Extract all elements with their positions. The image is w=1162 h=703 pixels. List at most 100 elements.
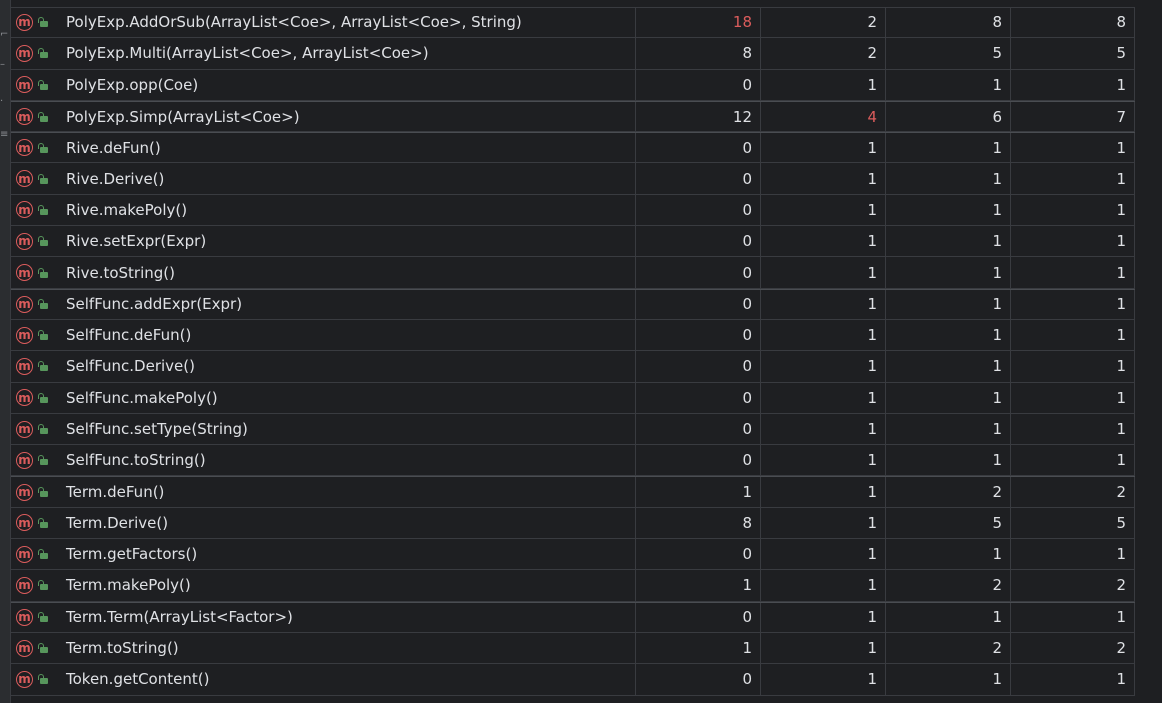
method-icon: m [16, 545, 33, 563]
table-row[interactable]: m Term.getFactors() 0 1 1 1 [11, 539, 1135, 571]
metric-cell-1: 0 [636, 539, 761, 570]
public-lock-icon [38, 579, 50, 591]
table-row[interactable]: m Rive.setExpr(Expr) 0 1 1 1 [11, 226, 1135, 258]
method-icon: m [16, 295, 33, 313]
method-cell[interactable]: m Rive.deFun() [11, 133, 636, 163]
method-metrics-table[interactable]: m PolyExp.AddOrSub(ArrayList<Coe>, ArrayL… [11, 7, 1135, 696]
method-cell[interactable]: m PolyExp.Multi(ArrayList<Coe>, ArrayList… [11, 38, 636, 69]
right-gutter [1135, 0, 1162, 703]
method-cell[interactable]: m Term.makePoly() [11, 570, 636, 601]
method-icon: m [16, 357, 33, 375]
table-row[interactable]: m Term.deFun() 1 1 2 2 [11, 476, 1135, 508]
method-cell[interactable]: m Term.toString() [11, 632, 636, 664]
metric-cell-2: 1 [761, 226, 886, 257]
metric-cell-4: 7 [1011, 101, 1135, 132]
method-cell[interactable]: m Rive.Derive() [11, 163, 636, 194]
public-lock-icon [38, 673, 50, 685]
metric-cell-2: 1 [761, 477, 886, 507]
method-cell[interactable]: m PolyExp.opp(Coe) [11, 69, 636, 100]
metric-cell-4: 1 [1011, 351, 1135, 382]
metric-cell-1: 0 [636, 382, 761, 413]
method-name: SelfFunc.makePoly() [66, 388, 218, 407]
method-cell[interactable]: m Token.getContent() [11, 664, 636, 695]
method-name: SelfFunc.setType(String) [66, 420, 248, 438]
metric-cell-1: 0 [636, 133, 761, 163]
method-name: Term.deFun() [66, 483, 165, 502]
public-lock-icon [38, 204, 50, 216]
method-cell[interactable]: m Term.Term(ArrayList<Factor>) [11, 602, 636, 632]
metric-cell-2: 1 [761, 539, 886, 570]
table-row[interactable]: m Term.makePoly() 1 1 2 2 [11, 570, 1135, 602]
method-name: Term.getFactors() [66, 545, 198, 564]
table-row[interactable]: m SelfFunc.deFun() 0 1 1 1 [11, 319, 1135, 352]
method-cell[interactable]: m Term.Derive() [11, 507, 636, 539]
metric-cell-1: 18 [636, 7, 761, 38]
metric-cell-4: 5 [1011, 38, 1135, 69]
table-row[interactable]: m PolyExp.AddOrSub(ArrayList<Coe>, ArrayL… [11, 7, 1135, 39]
metric-cell-4: 1 [1011, 539, 1135, 570]
method-icon: m [16, 264, 33, 282]
method-cell[interactable]: m SelfFunc.Derive() [11, 351, 636, 382]
metric-cell-2: 1 [761, 570, 886, 601]
table-row[interactable]: m Term.toString() 1 1 2 2 [11, 632, 1135, 665]
method-cell[interactable]: m SelfFunc.addExpr(Expr) [11, 289, 636, 319]
method-cell[interactable]: m PolyExp.AddOrSub(ArrayList<Coe>, ArrayL… [11, 7, 636, 38]
table-row[interactable]: m Rive.makePoly() 0 1 1 1 [11, 194, 1135, 227]
metric-cell-2: 4 [761, 101, 886, 132]
table-row[interactable]: m Term.Derive() 8 1 5 5 [11, 507, 1135, 540]
metric-cell-2: 1 [761, 133, 886, 163]
table-row[interactable]: m Rive.Derive() 0 1 1 1 [11, 163, 1135, 195]
metric-cell-1: 8 [636, 507, 761, 539]
metric-cell-3: 1 [886, 664, 1011, 695]
table-row[interactable]: m PolyExp.opp(Coe) 0 1 1 1 [11, 69, 1135, 101]
metric-cell-3: 5 [886, 507, 1011, 539]
method-cell[interactable]: m Term.deFun() [11, 477, 636, 507]
metric-cell-4: 2 [1011, 477, 1135, 507]
table-row[interactable]: m PolyExp.Simp(ArrayList<Coe>) 12 4 6 7 [11, 100, 1135, 133]
public-lock-icon [38, 298, 50, 310]
table-row[interactable]: m SelfFunc.Derive() 0 1 1 1 [11, 351, 1135, 383]
metric-cell-4: 1 [1011, 413, 1135, 445]
table-row[interactable]: m Rive.deFun() 0 1 1 1 [11, 132, 1135, 164]
method-cell[interactable]: m SelfFunc.deFun() [11, 319, 636, 351]
method-icon: m [16, 514, 33, 532]
method-cell[interactable]: m Term.getFactors() [11, 539, 636, 570]
metric-cell-3: 1 [886, 69, 1011, 100]
metrics-window: ⌐ – · ≡ m PolyExp.AddOrSub(ArrayList<Coe>… [0, 0, 1162, 703]
metric-cell-1: 0 [636, 257, 761, 288]
metric-cell-3: 1 [886, 257, 1011, 288]
table-row[interactable]: m Rive.toString() 0 1 1 1 [11, 257, 1135, 289]
method-cell[interactable]: m Rive.toString() [11, 257, 636, 288]
method-cell[interactable]: m SelfFunc.setType(String) [11, 413, 636, 445]
method-cell[interactable]: m SelfFunc.makePoly() [11, 382, 636, 413]
table-row[interactable]: m PolyExp.Multi(ArrayList<Coe>, ArrayList… [11, 38, 1135, 70]
table-row[interactable]: m SelfFunc.makePoly() 0 1 1 1 [11, 382, 1135, 414]
public-lock-icon [38, 79, 50, 91]
metric-cell-4: 2 [1011, 632, 1135, 664]
public-lock-icon [38, 392, 50, 404]
table-row[interactable]: m Term.Term(ArrayList<Factor>) 0 1 1 1 [11, 601, 1135, 633]
method-name: SelfFunc.Derive() [66, 357, 195, 376]
metric-cell-3: 1 [886, 602, 1011, 632]
method-cell[interactable]: m PolyExp.Simp(ArrayList<Coe>) [11, 101, 636, 132]
table-row[interactable]: m SelfFunc.setType(String) 0 1 1 1 [11, 413, 1135, 446]
public-lock-icon [38, 235, 50, 247]
metric-cell-1: 0 [636, 664, 761, 695]
table-row[interactable]: m Token.getContent() 0 1 1 1 [11, 664, 1135, 696]
metric-cell-3: 2 [886, 632, 1011, 664]
table-row[interactable]: m SelfFunc.toString() 0 1 1 1 [11, 445, 1135, 477]
metric-cell-1: 0 [636, 319, 761, 351]
table-row[interactable]: m SelfFunc.addExpr(Expr) 0 1 1 1 [11, 288, 1135, 320]
metric-cell-4: 1 [1011, 257, 1135, 288]
method-name: PolyExp.opp(Coe) [66, 75, 199, 94]
metric-cell-2: 1 [761, 351, 886, 382]
method-cell[interactable]: m Rive.setExpr(Expr) [11, 226, 636, 257]
metric-cell-3: 1 [886, 445, 1011, 476]
gutter-marker: – [0, 59, 5, 70]
public-lock-icon [38, 360, 50, 372]
method-cell[interactable]: m SelfFunc.toString() [11, 445, 636, 476]
method-cell[interactable]: m Rive.makePoly() [11, 194, 636, 226]
metric-cell-4: 1 [1011, 194, 1135, 226]
metric-cell-2: 1 [761, 319, 886, 351]
method-icon: m [16, 608, 33, 626]
